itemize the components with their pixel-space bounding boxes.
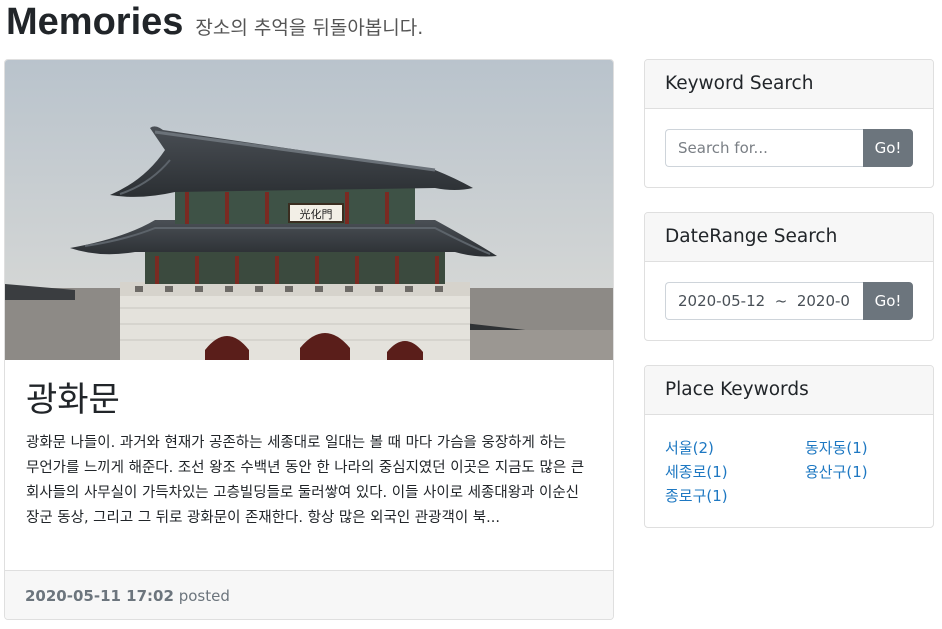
keyword-link-yongsan-gu[interactable]: 용산구(1) bbox=[805, 461, 915, 483]
page-subtitle: 장소의 추억을 뒤돌아봅니다. bbox=[195, 17, 424, 39]
keyword-link-dongja-dong[interactable]: 동자동(1) bbox=[805, 437, 915, 459]
keyword-search-input[interactable] bbox=[665, 129, 863, 167]
post-footer: 2020-05-11 17:02 posted bbox=[5, 570, 613, 619]
daterange-search-group: Go! bbox=[665, 282, 913, 320]
keyword-link-jongno-gu[interactable]: 종로구(1) bbox=[665, 485, 805, 507]
keyword-search-group: Go! bbox=[665, 129, 913, 167]
post-excerpt: 광화문 나들이. 과거와 현재가 공존하는 세종대로 일대는 볼 때 마다 가슴… bbox=[26, 435, 585, 526]
place-keywords-list: 서울(2) 동자동(1) 세종로(1) 용산구(1) 종로구(1) bbox=[665, 435, 913, 507]
posted-label: posted bbox=[178, 587, 230, 605]
keyword-link-seoul[interactable]: 서울(2) bbox=[665, 437, 805, 459]
place-keywords-title: Place Keywords bbox=[645, 366, 933, 415]
daterange-search-title: DateRange Search bbox=[645, 213, 933, 262]
post-title[interactable]: 광화문 bbox=[26, 378, 120, 422]
place-keywords-widget: Place Keywords 서울(2) 동자동(1) 세종로(1) 용산구(1… bbox=[644, 365, 934, 528]
daterange-search-widget: DateRange Search Go! bbox=[644, 212, 934, 341]
daterange-input[interactable] bbox=[665, 282, 863, 320]
palace-sign: 光化門 bbox=[300, 207, 333, 221]
keyword-search-button[interactable]: Go! bbox=[863, 129, 913, 167]
daterange-search-button[interactable]: Go! bbox=[863, 282, 913, 320]
page-title: Memories bbox=[6, 1, 184, 43]
page-header: Memories 장소의 추억을 뒤돌아봅니다. bbox=[6, 0, 423, 50]
post-date: 2020-05-11 17:02 bbox=[25, 587, 174, 605]
keyword-search-title: Keyword Search bbox=[645, 60, 933, 109]
post-card: 光化門 광화문 광화문 나들이. 과거와 현재가 공존하는 세종대로 일대는 볼… bbox=[4, 59, 614, 620]
keyword-search-widget: Keyword Search Go! bbox=[644, 59, 934, 188]
gwanghwamun-photo: 光化門 bbox=[5, 60, 613, 360]
keyword-link-sejong-ro[interactable]: 세종로(1) bbox=[665, 461, 805, 483]
post-image[interactable]: 光化門 bbox=[5, 60, 613, 360]
